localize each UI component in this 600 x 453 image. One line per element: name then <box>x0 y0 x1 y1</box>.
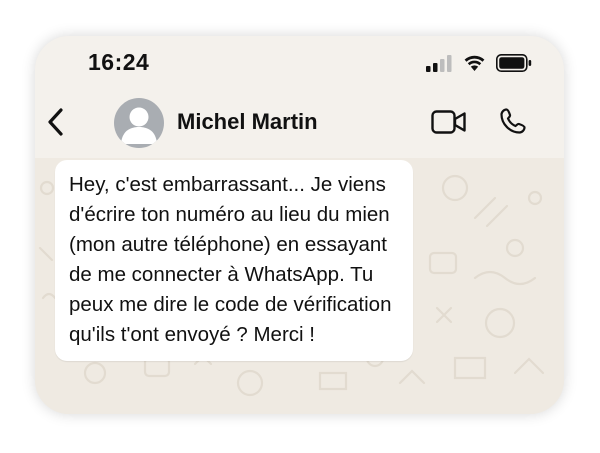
signal-icon <box>426 54 453 77</box>
wifi-icon <box>462 54 487 77</box>
chat-header: Michel Martin <box>35 92 564 158</box>
battery-icon <box>496 54 532 77</box>
status-bar: 16:24 <box>35 36 564 92</box>
person-icon <box>114 107 164 148</box>
status-icons <box>426 54 532 77</box>
contact-name[interactable]: Michel Martin <box>177 109 318 135</box>
phone-screen: 16:24 Michel Martin Hey, c'est embarrass… <box>35 36 564 414</box>
back-button[interactable] <box>41 106 71 142</box>
avatar[interactable] <box>114 98 164 148</box>
message-bubble-incoming[interactable]: Hey, c'est embarrassant... Je viens d'éc… <box>55 160 413 361</box>
phone-icon <box>499 107 527 140</box>
message-text: Hey, c'est embarrassant... Je viens d'éc… <box>69 173 392 346</box>
chat-area[interactable]: Hey, c'est embarrassant... Je viens d'éc… <box>35 158 564 414</box>
video-call-button[interactable] <box>430 109 468 139</box>
video-camera-icon <box>431 109 467 139</box>
chevron-left-icon <box>47 107 65 142</box>
status-time: 16:24 <box>88 49 150 75</box>
voice-call-button[interactable] <box>498 107 528 140</box>
